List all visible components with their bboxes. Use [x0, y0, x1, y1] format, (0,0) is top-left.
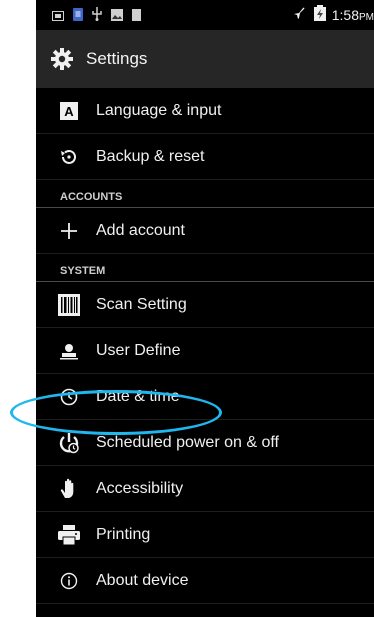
svg-text:A: A	[64, 104, 74, 119]
setting-accessibility[interactable]: Accessibility	[36, 466, 374, 512]
settings-screen: 1:58PM Settings A Language & input Backu…	[36, 0, 374, 617]
setting-label: Date & time	[96, 387, 180, 405]
section-header-system: SYSTEM	[36, 254, 374, 282]
usb-icon	[92, 6, 102, 25]
page-title: Settings	[86, 49, 148, 68]
setting-printing[interactable]: Printing	[36, 512, 374, 558]
setting-label: Language & input	[96, 101, 222, 119]
setting-label: Add account	[96, 221, 185, 239]
language-icon: A	[58, 100, 80, 122]
setting-scheduled-power[interactable]: Scheduled power on & off	[36, 420, 374, 466]
info-icon	[58, 570, 80, 592]
user-icon	[58, 340, 80, 362]
setting-label: About device	[96, 571, 189, 589]
gallery-icon	[111, 6, 123, 25]
hand-icon	[58, 478, 80, 500]
power-clock-icon	[58, 432, 80, 454]
clock-icon	[58, 386, 80, 408]
setting-date-time[interactable]: Date & time	[36, 374, 374, 420]
battery-charging-icon	[313, 5, 326, 25]
notification-icon	[52, 6, 64, 25]
setting-label: User Define	[96, 341, 181, 359]
settings-list: A Language & input Backup & reset ACCOUN…	[36, 88, 374, 604]
setting-backup-reset[interactable]: Backup & reset	[36, 134, 374, 180]
setting-label: Accessibility	[96, 479, 184, 497]
setting-scan-setting[interactable]: Scan Setting	[36, 282, 374, 328]
section-header-accounts: ACCOUNTS	[36, 180, 374, 208]
setting-label: Scheduled power on & off	[96, 433, 279, 451]
barcode-icon	[58, 293, 80, 316]
action-bar: Settings	[36, 30, 374, 88]
printer-icon	[58, 524, 80, 546]
setting-label: Backup & reset	[96, 147, 205, 165]
setting-add-account[interactable]: Add account	[36, 208, 374, 254]
setting-label: Printing	[96, 525, 151, 543]
setting-user-define[interactable]: User Define	[36, 328, 374, 374]
backup-icon	[58, 146, 80, 168]
setting-language-input[interactable]: A Language & input	[36, 88, 374, 134]
sim-icon	[73, 6, 83, 25]
setting-about-device[interactable]: About device	[36, 558, 374, 604]
airplane-mode-icon	[292, 5, 308, 25]
storage-icon	[132, 6, 141, 25]
plus-icon	[58, 220, 80, 242]
gear-icon[interactable]	[50, 47, 74, 71]
setting-label: Scan Setting	[96, 295, 187, 313]
status-bar: 1:58PM	[36, 0, 374, 30]
status-time: 1:58PM	[331, 7, 374, 23]
